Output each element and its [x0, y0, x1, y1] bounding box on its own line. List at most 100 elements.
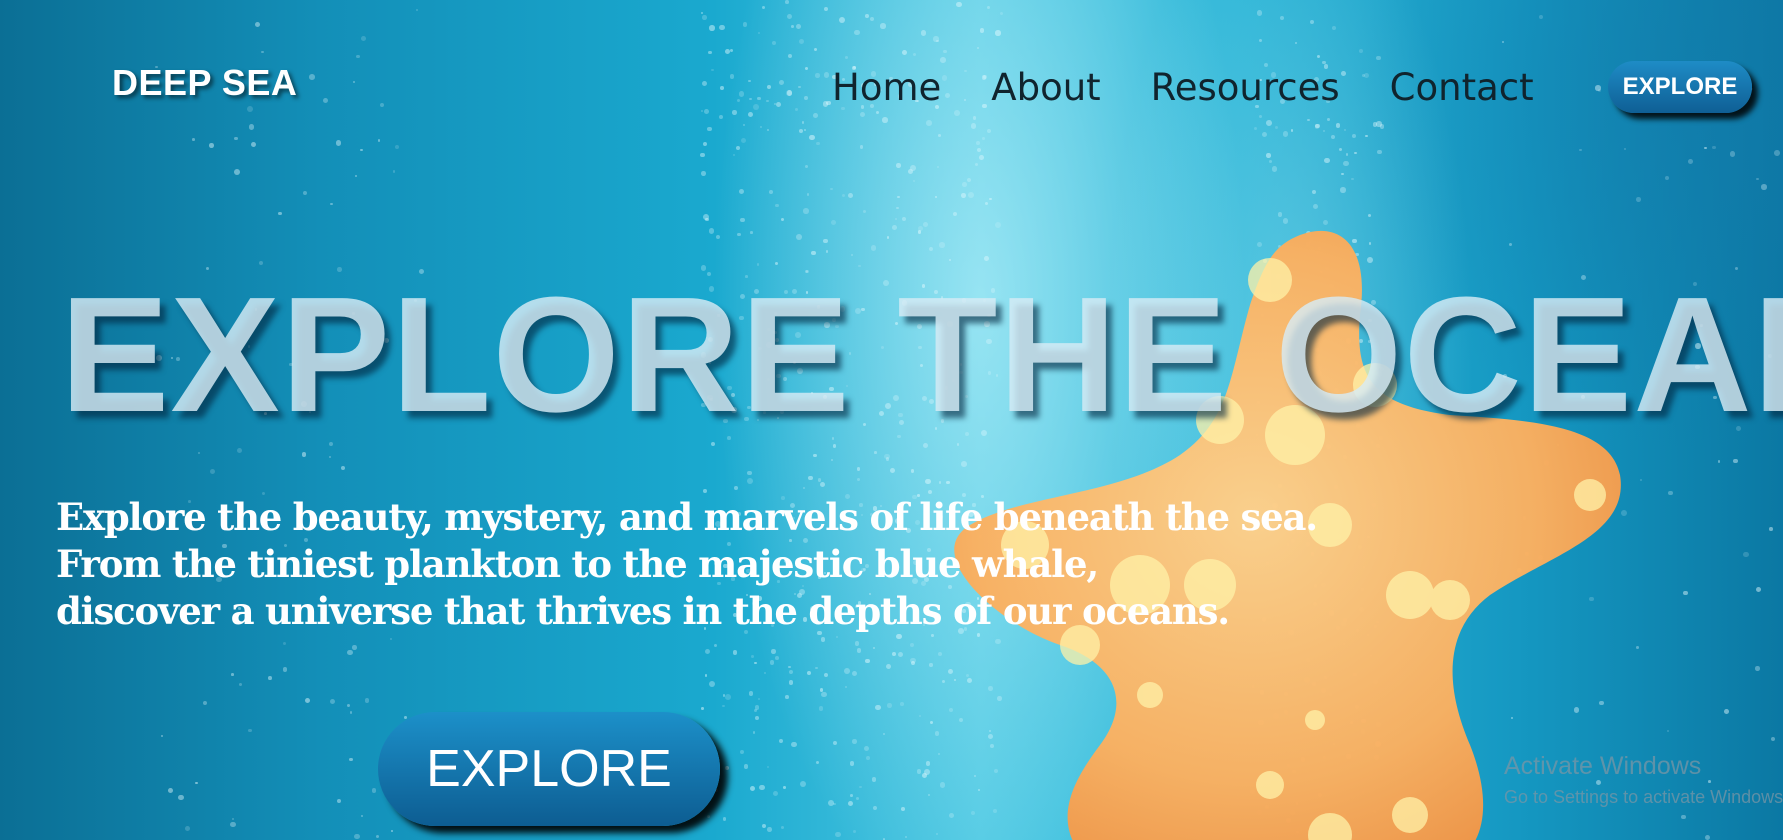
hero-title: EXPLORE THE OCEAN — [60, 263, 1783, 446]
bubble — [922, 222, 928, 227]
bubble — [1312, 189, 1317, 194]
bubble — [913, 52, 917, 56]
bubble — [703, 489, 708, 494]
bubble — [1351, 134, 1356, 139]
bubble — [823, 72, 829, 78]
bubble — [1254, 126, 1258, 131]
bubble — [824, 673, 829, 678]
bubble — [1327, 117, 1331, 121]
bubble — [254, 22, 260, 28]
bubble — [886, 236, 890, 239]
bubble — [813, 47, 818, 52]
bubble — [1769, 527, 1773, 531]
bubble — [1538, 15, 1543, 20]
bubble — [815, 761, 820, 765]
bubble — [807, 671, 812, 676]
bubble — [757, 697, 760, 700]
bubble — [1761, 184, 1767, 190]
header-explore-button[interactable]: EXPLORE — [1608, 61, 1752, 113]
bubble — [976, 148, 982, 153]
bubble — [1368, 213, 1372, 217]
bubble — [856, 478, 860, 482]
bubble — [1277, 212, 1283, 217]
bubble — [1365, 134, 1368, 138]
bubble — [783, 785, 787, 789]
bubble — [352, 645, 357, 651]
bubble — [392, 170, 395, 173]
bubble — [821, 691, 827, 698]
bubble — [786, 90, 793, 96]
bubble — [719, 114, 724, 119]
bubble — [984, 201, 988, 205]
bubble — [737, 98, 741, 102]
bubble — [844, 667, 850, 674]
bubble — [742, 22, 748, 27]
bubble — [859, 785, 862, 789]
bubble — [798, 85, 801, 89]
bubble — [750, 231, 753, 235]
bubble — [340, 465, 346, 471]
bubble — [897, 195, 900, 199]
bubble — [786, 14, 792, 20]
nav-link-contact[interactable]: Contact — [1390, 66, 1534, 109]
bubble — [860, 112, 866, 118]
bubble — [729, 74, 735, 79]
bubble — [394, 144, 399, 149]
bubble — [746, 478, 753, 484]
bubble — [763, 671, 767, 675]
bubble — [1343, 161, 1349, 167]
bubble — [1756, 177, 1759, 181]
bubble — [329, 456, 332, 459]
bubble — [722, 694, 726, 697]
bubble — [708, 50, 712, 55]
bubble — [718, 24, 725, 31]
bubble — [960, 193, 966, 198]
bubble — [910, 657, 917, 664]
bubble — [785, 695, 789, 699]
bubble — [1351, 177, 1354, 181]
bubble — [838, 16, 845, 23]
bubble — [231, 672, 234, 676]
bubble — [1331, 134, 1336, 139]
bubble — [864, 658, 870, 664]
bubble — [1290, 129, 1293, 132]
nav-link-resources[interactable]: Resources — [1151, 66, 1340, 109]
bubble — [1502, 40, 1505, 43]
bubble — [778, 80, 784, 86]
bubble — [953, 110, 960, 117]
bubble — [702, 214, 709, 221]
bubble — [890, 467, 896, 473]
bubble — [377, 139, 380, 142]
bubble — [740, 750, 745, 755]
nav-link-about[interactable]: About — [991, 66, 1100, 109]
bubble — [791, 24, 794, 28]
bubble — [815, 73, 820, 78]
description-line: From the tiniest plankton to the majesti… — [56, 542, 1099, 586]
bubble — [775, 203, 779, 208]
bubble — [803, 208, 809, 214]
bubble — [887, 703, 892, 709]
bubble — [1310, 20, 1315, 25]
bubble — [813, 453, 817, 458]
site-logo[interactable]: DEEP SEA — [112, 62, 297, 104]
bubble — [754, 709, 758, 713]
bubble — [361, 814, 364, 818]
bubble — [761, 5, 765, 10]
bubble — [743, 764, 749, 769]
bubble — [798, 38, 805, 45]
bubble — [936, 166, 939, 169]
bubble — [766, 99, 769, 103]
bubble — [880, 23, 886, 29]
bubble — [349, 758, 353, 762]
nav-link-home[interactable]: Home — [832, 66, 941, 109]
bubble — [940, 57, 946, 64]
bubble — [282, 642, 286, 646]
bubble — [875, 110, 879, 114]
bubble — [1755, 666, 1760, 671]
hero-explore-button[interactable]: EXPLORE — [378, 712, 720, 826]
bubble — [856, 648, 862, 653]
bubble — [775, 656, 780, 661]
bubble — [354, 174, 358, 177]
bubble — [788, 54, 793, 58]
bubble — [916, 769, 922, 775]
